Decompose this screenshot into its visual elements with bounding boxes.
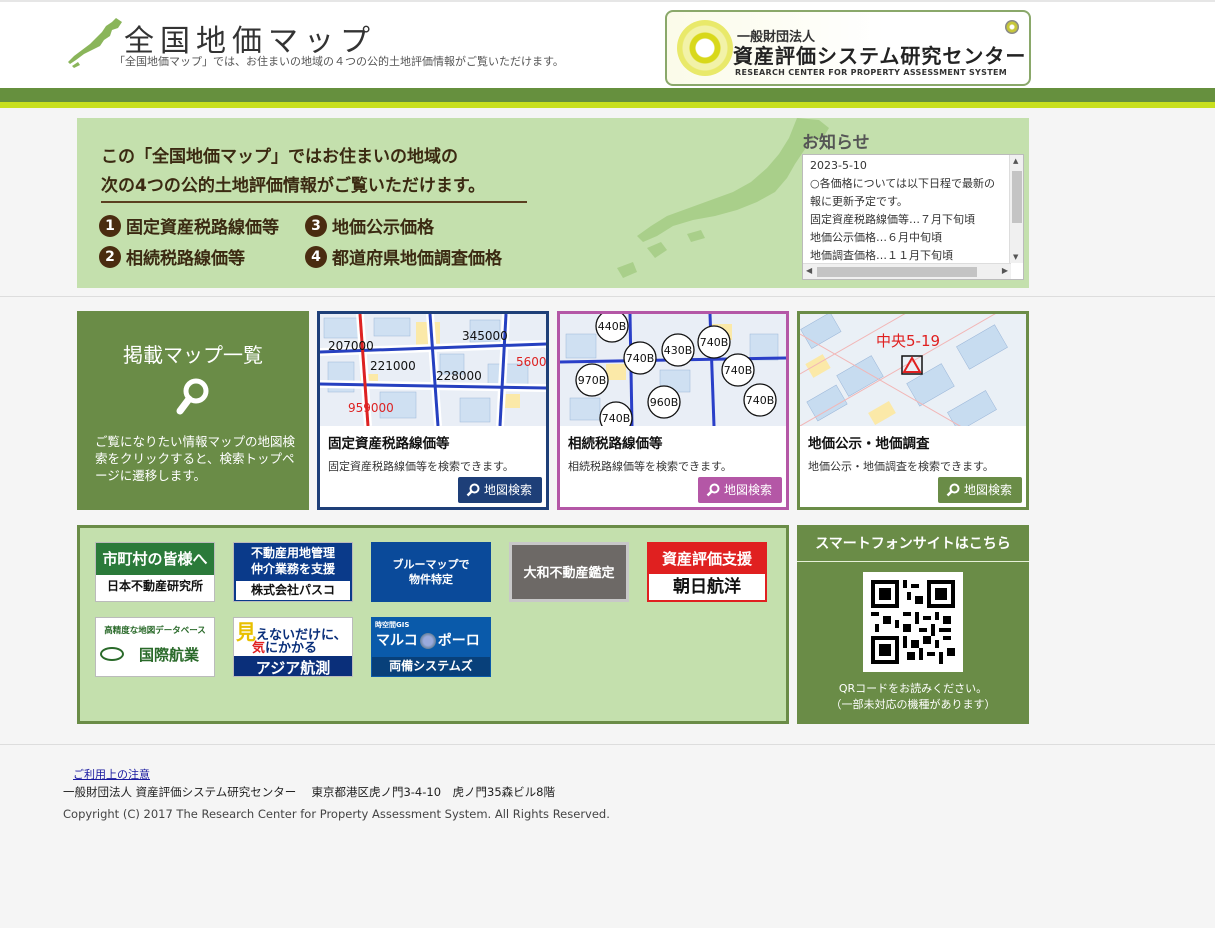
- org-name: 資産評価システム研究センター: [733, 44, 1027, 68]
- scroll-up-icon[interactable]: ▲: [1013, 157, 1018, 165]
- partner-asahi-koyo[interactable]: 資産評価支援 朝日航洋: [647, 542, 767, 602]
- public-map-search-button[interactable]: 地図検索: [937, 477, 1022, 503]
- inheritance-map-label: 740B: [700, 336, 729, 349]
- section-divider: [0, 296, 1215, 297]
- partner-japan-real-estate-institute[interactable]: 市町村の皆様へ 日本不動産研究所: [95, 542, 215, 602]
- footer-address: 一般財団法人 資産評価システム研究センター 東京都港区虎ノ門3-4-10 虎ノ門…: [63, 785, 555, 799]
- smartphone-note: QRコードをお読みください。 （一部未対応の機種があります）: [830, 682, 996, 711]
- partner-pasco[interactable]: 不動産用地管理 仲介業務を支援 株式会社パスコ: [233, 542, 353, 602]
- map-list-description: ご覧になりたい情報マップの地図検索をクリックすると、検索トップページに遷移します…: [95, 434, 296, 483]
- partner-ryobi-systems[interactable]: 時空間GIS マルコ ポーロ 両備システムズ: [371, 617, 491, 677]
- header-bar: [0, 88, 1215, 102]
- news-content: 2023-5-10 ○各価格については以下日程で最新の 報に更新予定です。 固定…: [810, 157, 1010, 265]
- news-line: 報に更新予定です。: [810, 195, 908, 208]
- tax-map-label: 560000: [516, 355, 546, 369]
- news-line: 固定資産税路線価等…７月下旬頃: [810, 213, 975, 226]
- tax-map-label: 959000: [348, 401, 394, 415]
- inheritance-map-label: 740B: [746, 394, 775, 407]
- tax-map-label: 345000: [462, 329, 508, 343]
- search-icon: [176, 378, 209, 415]
- inheritance-map-label: 430B: [664, 344, 693, 357]
- news-scrollbox[interactable]: 2023-5-10 ○各価格については以下日程で最新の 報に更新予定です。 固定…: [802, 154, 1024, 280]
- org-emblem-icon: [677, 20, 733, 76]
- banner-divider: [101, 201, 527, 203]
- banner-item-1: 1 固定資産税路線価等: [99, 213, 279, 238]
- site-subtitle: 「全国地価マップ」では、お住まいの地域の４つの公的土地評価情報がご覧いただけます…: [114, 55, 564, 68]
- card-title: 地価公示・地価調査: [808, 436, 930, 452]
- org-logo-link[interactable]: 一般財団法人 資産評価システム研究センター RESEARCH CENTER FO…: [665, 10, 1031, 86]
- news-vertical-scrollbar[interactable]: ▲ ▼: [1009, 155, 1023, 263]
- org-name-en: RESEARCH CENTER FOR PROPERTY ASSESSMENT …: [735, 68, 1007, 77]
- tax-map-label: 228000: [436, 369, 482, 383]
- header-accent-bar: [0, 102, 1215, 108]
- inheritance-route-price-card[interactable]: 440B 740B 430B 740B 970B 740B 960B 740B …: [557, 311, 789, 510]
- inheritance-map-label: 440B: [598, 320, 627, 333]
- site-header: 全国地価マップ 「全国地価マップ」では、お住まいの地域の４つの公的土地評価情報が…: [0, 0, 1215, 88]
- intro-banner: この「全国地価マップ」ではお住まいの地域の 次の4つの公的土地評価情報がご覧いた…: [77, 118, 1029, 288]
- tax-map-search-button[interactable]: 地図検索: [457, 477, 542, 503]
- tax-route-price-card[interactable]: 345000 207000 221000 228000 959000 56000…: [317, 311, 549, 510]
- banner-item-3: 3 地価公示価格: [305, 213, 434, 238]
- inheritance-map-label: 740B: [602, 412, 631, 425]
- banner-item-2: 2 相続税路線価等: [99, 244, 245, 269]
- card-description: 地価公示・地価調査を検索できます。: [808, 460, 994, 473]
- card-description: 固定資産税路線価等を検索できます。: [328, 460, 514, 473]
- footer-divider: [0, 744, 1215, 745]
- tax-map-thumbnail[interactable]: 345000 207000 221000 228000 959000 56000…: [320, 314, 546, 426]
- inheritance-map-search-button[interactable]: 地図検索: [697, 477, 782, 503]
- footer-copyright: Copyright (C) 2017 The Research Center f…: [63, 807, 610, 821]
- partner-blue-map[interactable]: ブルーマップで 物件特定: [371, 542, 491, 602]
- partner-asia-air-survey[interactable]: 見えないだけに、 気にかかる アジア航測: [233, 617, 353, 677]
- inheritance-map-label: 970B: [578, 374, 607, 387]
- tax-map-label: 207000: [328, 339, 374, 353]
- partner-kokusai-kogyo[interactable]: 高精度な地図データベース 国際航業: [95, 617, 215, 677]
- partner-daiwa-appraisal[interactable]: 大和不動産鑑定: [509, 542, 629, 602]
- inheritance-map-label: 740B: [724, 364, 753, 377]
- news-title: お知らせ: [802, 133, 870, 153]
- public-price-map-thumbnail[interactable]: 中央5-19: [800, 314, 1026, 426]
- scroll-down-icon[interactable]: ▼: [1013, 253, 1018, 261]
- scroll-right-icon[interactable]: ▶: [1002, 266, 1008, 275]
- tax-map-label: 221000: [370, 359, 416, 373]
- inheritance-map-label: 740B: [626, 352, 655, 365]
- banner-item-4: 4 都道府県地価調査価格: [305, 244, 502, 269]
- card-title: 固定資産税路線価等: [328, 436, 450, 452]
- kokusai-logo-icon: [100, 647, 124, 661]
- smartphone-site-title[interactable]: スマートフォンサイトはこちら: [797, 533, 1029, 553]
- card-description: 相続税路線価等を検索できます。: [568, 460, 732, 473]
- public-map-label: 中央5-19: [876, 332, 940, 350]
- search-icon: [706, 483, 720, 497]
- terms-of-use-link[interactable]: ご利用上の注意: [73, 766, 150, 782]
- smartphone-site-panel: スマートフォンサイトはこちら QRコードをお読みください。 （一部未対応の機種が: [797, 525, 1029, 724]
- partner-links-panel: 市町村の皆様へ 日本不動産研究所 不動産用地管理 仲介業務を支援 株式会社パスコ…: [77, 525, 789, 724]
- org-dot-icon: [1005, 20, 1019, 34]
- scroll-thumb[interactable]: [817, 267, 977, 277]
- globe-icon: [419, 633, 436, 649]
- scroll-thumb[interactable]: [1012, 171, 1022, 223]
- smartphone-divider: [797, 561, 1029, 562]
- banner-line-2: 次の4つの公的土地評価情報がご覧いただけます。: [101, 176, 486, 196]
- public-land-price-card[interactable]: 中央5-19 地価公示・地価調査 地価公示・地価調査を検索できます。 地図検索: [797, 311, 1029, 510]
- qr-code-icon: [863, 572, 963, 672]
- card-title: 相続税路線価等: [568, 436, 663, 452]
- inheritance-map-thumbnail[interactable]: 440B 740B 430B 740B 970B 740B 960B 740B …: [560, 314, 786, 426]
- news-line: 地価公示価格…６月中旬頃: [810, 231, 942, 244]
- search-icon: [946, 483, 960, 497]
- map-list-card: 掲載マップ一覧 ご覧になりたい情報マップの地図検索をクリックすると、検索トップペ…: [77, 311, 309, 510]
- search-icon: [466, 483, 480, 497]
- scroll-left-icon[interactable]: ◀: [806, 266, 812, 275]
- news-line: 2023-5-10: [810, 159, 867, 172]
- inheritance-map-label: 960B: [650, 396, 679, 409]
- news-line: ○各価格については以下日程で最新の: [810, 177, 996, 190]
- map-list-title: 掲載マップ一覧: [123, 343, 263, 367]
- news-horizontal-scrollbar[interactable]: ◀ ▶: [803, 263, 1011, 279]
- banner-line-1: この「全国地価マップ」ではお住まいの地域の: [101, 147, 458, 167]
